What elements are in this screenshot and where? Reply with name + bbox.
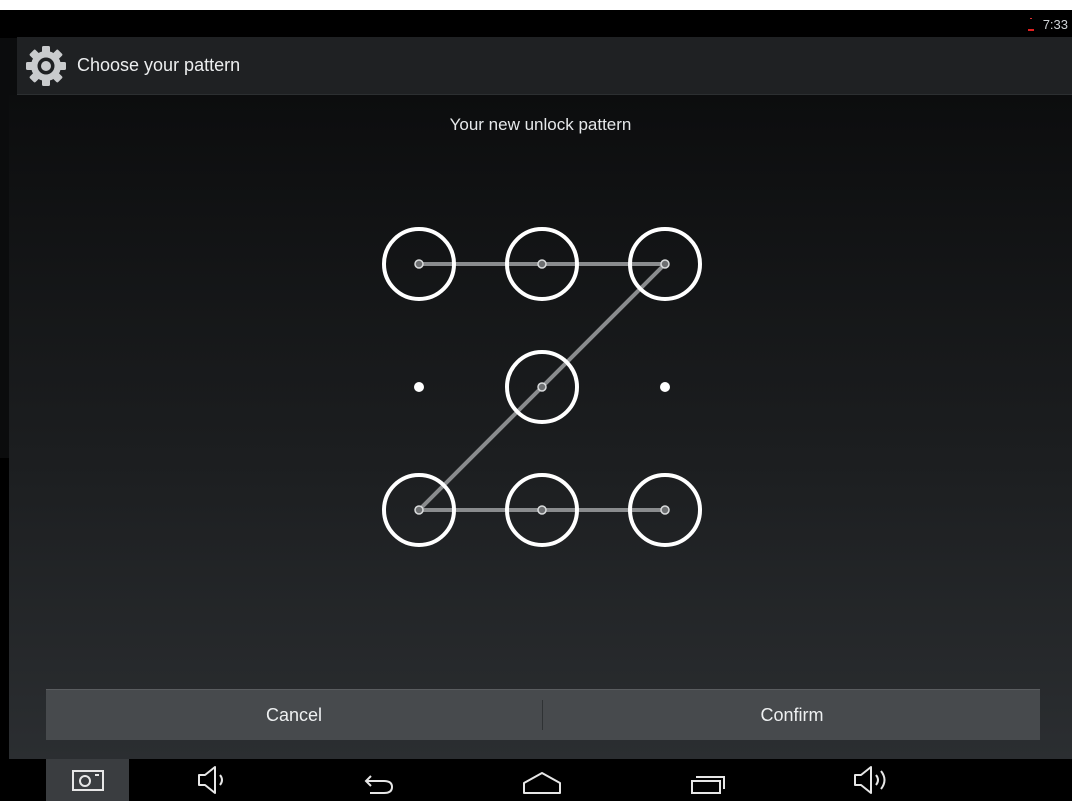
battery-low-icon xyxy=(1028,18,1034,31)
action-bar: Choose your pattern xyxy=(17,37,1072,95)
button-divider xyxy=(542,700,543,730)
screenshot-button[interactable] xyxy=(46,759,129,801)
pattern-grid[interactable] xyxy=(9,95,1072,685)
pattern-dot-4[interactable] xyxy=(414,382,424,392)
confirm-button[interactable]: Confirm xyxy=(544,690,1040,740)
volume-down-icon xyxy=(198,766,223,794)
status-bar: 7:33 xyxy=(0,10,1072,38)
recent-apps-icon xyxy=(691,776,725,794)
volume-down-button[interactable] xyxy=(191,759,235,801)
clock: 7:33 xyxy=(1042,17,1068,32)
home-button[interactable] xyxy=(520,759,564,801)
page-title: Choose your pattern xyxy=(77,55,241,75)
pattern-segment xyxy=(540,262,667,389)
back-button[interactable] xyxy=(356,759,400,801)
volume-up-button[interactable] xyxy=(849,759,893,801)
device-screen: 7:33 Choose your pattern Your new unlock… xyxy=(0,10,1072,801)
back-icon xyxy=(364,775,394,794)
button-bar: Cancel Confirm xyxy=(46,689,1040,740)
recent-apps-button[interactable] xyxy=(686,759,730,801)
volume-up-icon xyxy=(854,766,886,794)
pattern-segment xyxy=(417,385,544,512)
cancel-button[interactable]: Cancel xyxy=(46,690,542,740)
gear-icon[interactable] xyxy=(24,44,68,88)
home-icon xyxy=(523,772,561,794)
pattern-dot-5[interactable] xyxy=(505,350,579,424)
navigation-bar xyxy=(9,759,1072,801)
screenshot-icon xyxy=(72,770,104,791)
pattern-screen: Your new unlock pattern Cancel Confirm xyxy=(9,95,1072,759)
pattern-dot-6[interactable] xyxy=(660,382,670,392)
